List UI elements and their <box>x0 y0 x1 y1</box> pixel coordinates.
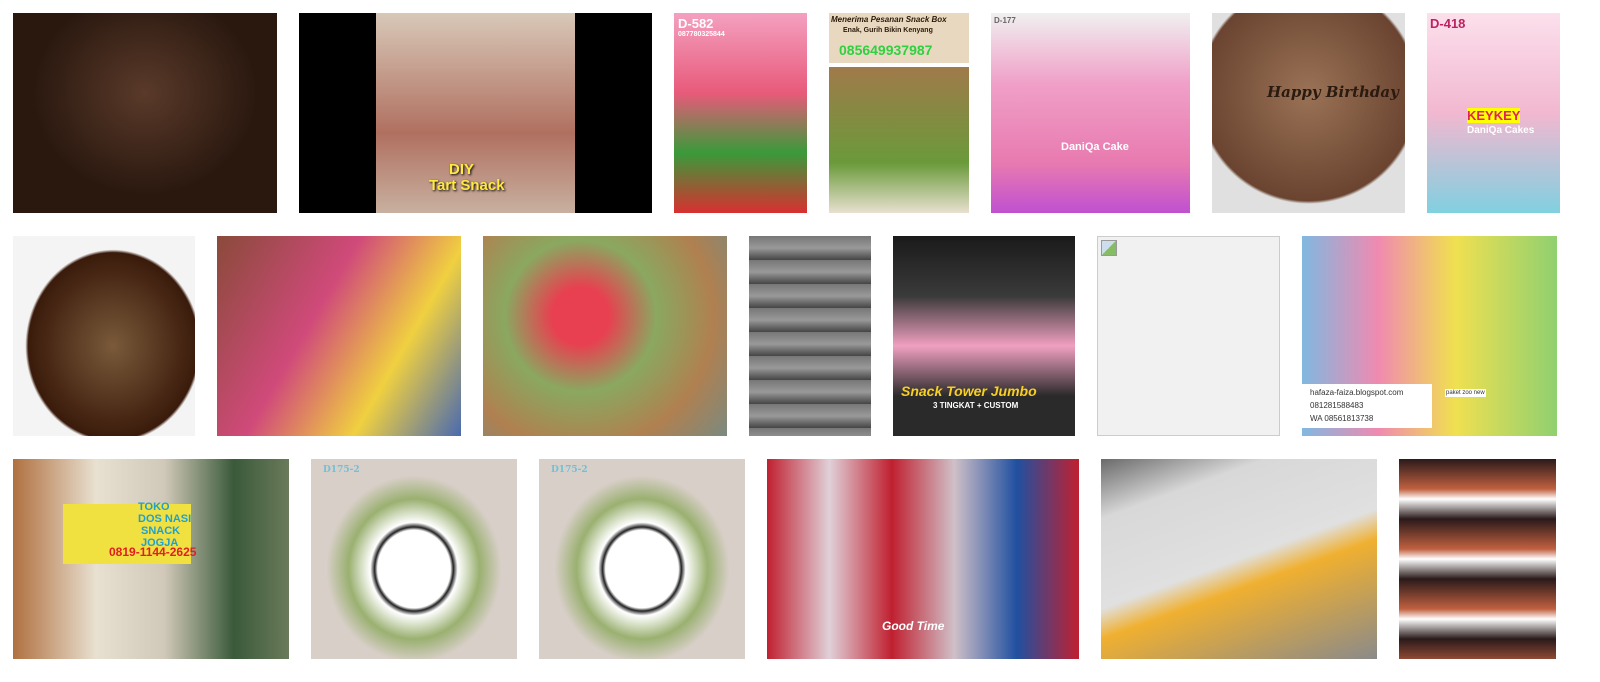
image-result-snack-tower[interactable]: Snack Tower Jumbo 3 TINGKAT + CUSTOM <box>893 236 1075 436</box>
brand-text: DaniQa Cake <box>1061 141 1129 153</box>
image-result-snack-platter[interactable] <box>13 236 195 436</box>
cake-code: D-177 <box>994 16 1016 25</box>
image-result-dos-nasi[interactable]: TOKO DOS NASI SNACK JOGJA 0819-1144-2625 <box>13 459 289 659</box>
image-result-broken[interactable] <box>1097 236 1280 436</box>
cake-code: D175-2 <box>323 465 360 475</box>
site-text: hafaza-faiza.blogspot.com <box>1310 388 1404 397</box>
image-result-bento[interactable] <box>1399 459 1556 659</box>
brand-text: DaniQa Cakes <box>1467 125 1535 136</box>
cake-code: D-582 <box>678 16 714 31</box>
cake-code: D-418 <box>1430 16 1466 31</box>
wa-text: WA 08561813738 <box>1310 414 1374 423</box>
image-result-mickey-cake[interactable]: D-177 DaniQa Cake <box>991 13 1190 213</box>
subtitle-text: 3 TINGKAT + CUSTOM <box>933 401 1019 410</box>
contact-box: hafaza-faiza.blogspot.com 081281588483 W… <box>1302 384 1432 428</box>
result-thumbnail <box>749 236 871 436</box>
result-thumbnail <box>13 13 277 213</box>
brand-text: Good Time <box>882 619 945 633</box>
title-text: Snack Tower Jumbo <box>901 383 1037 399</box>
broken-image-placeholder <box>1097 236 1280 436</box>
cake-text: Happy Birthday <box>1267 83 1399 101</box>
image-result-diy-tart-snack[interactable]: DIY Tart Snack <box>299 13 652 213</box>
image-result-zoo-package[interactable]: paket zoo new hafaza-faiza.blogspot.com … <box>1302 236 1557 436</box>
caption-diy: DIY <box>449 161 475 178</box>
image-result-traditional-snacks[interactable] <box>483 236 727 436</box>
broken-image-icon <box>1101 240 1117 256</box>
image-result-cow-cake-1[interactable]: D175-2 <box>311 459 517 659</box>
result-thumbnail <box>674 13 807 213</box>
image-result-snack-box-order[interactable]: Menerima Pesanan Snack Box Enak, Gurih B… <box>829 13 969 213</box>
image-result-castle-cake[interactable]: D-418 KEYKEY DaniQa Cakes <box>1427 13 1560 213</box>
results-row-1: DIY Tart Snack D-582 087780325844 Meneri… <box>13 13 1560 213</box>
title-text: Menerima Pesanan Snack Box <box>831 15 947 24</box>
result-thumbnail <box>539 459 745 659</box>
results-row-2: Snack Tower Jumbo 3 TINGKAT + CUSTOM pak… <box>13 236 1557 436</box>
phone-text: 0819-1144-2625 <box>109 545 197 559</box>
image-result-black-forest-cake[interactable] <box>13 13 277 213</box>
line2-text: DOS NASI <box>138 513 192 525</box>
result-thumbnail <box>311 459 517 659</box>
image-result-happy-birthday-cake[interactable]: Happy Birthday <box>1212 13 1405 213</box>
image-result-snack-boxes[interactable] <box>749 236 871 436</box>
results-row-3: TOKO DOS NASI SNACK JOGJA 0819-1144-2625… <box>13 459 1556 659</box>
subtitle-text: Enak, Gurih Bikin Kenyang <box>843 27 933 34</box>
line3-text: SNACK <box>141 525 181 537</box>
result-thumbnail <box>483 236 727 436</box>
result-thumbnail <box>1399 459 1556 659</box>
name-text: KEYKEY <box>1467 108 1521 123</box>
caption-tart-snack: Tart Snack <box>429 177 505 194</box>
result-thumbnail <box>991 13 1190 213</box>
phone-text: 081281588483 <box>1310 401 1364 410</box>
image-result-snack-box-roll[interactable] <box>1101 459 1377 659</box>
image-result-snack-bags[interactable] <box>217 236 461 436</box>
result-thumbnail <box>217 236 461 436</box>
label-text: paket zoo new <box>1445 389 1486 397</box>
image-result-d582-cake[interactable]: D-582 087780325844 <box>674 13 807 213</box>
result-thumbnail <box>1212 13 1405 213</box>
phone-text: 087780325844 <box>678 31 725 38</box>
image-result-good-time-bags[interactable]: Good Time <box>767 459 1079 659</box>
result-thumbnail <box>1101 459 1377 659</box>
cake-code: D175-2 <box>551 465 588 475</box>
result-thumbnail <box>13 236 195 436</box>
line1-text: TOKO <box>138 501 170 513</box>
phone-text: 085649937987 <box>839 42 933 58</box>
image-result-cow-cake-2[interactable]: D175-2 <box>539 459 745 659</box>
